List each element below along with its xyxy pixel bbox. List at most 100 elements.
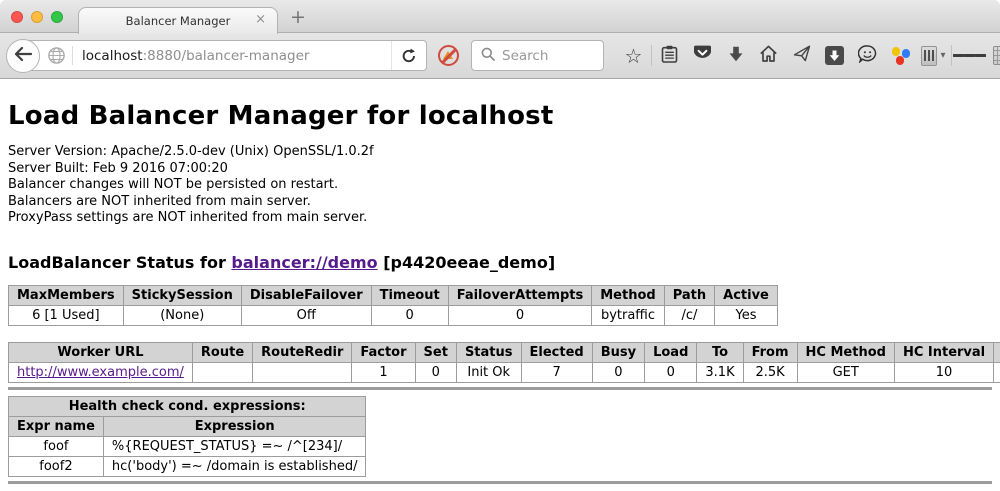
expression-cell: %{REQUEST_STATUS} =~ /^[234]/ (103, 436, 366, 456)
url-separator (72, 46, 73, 65)
health-row: foof2hc('body') =~ /domain is establishe… (9, 456, 366, 476)
home-icon (759, 45, 778, 66)
star-icon: ☆ (625, 46, 643, 66)
cell: 1 (352, 362, 415, 382)
col-header: Path (664, 285, 714, 305)
cell: (None) (123, 305, 241, 325)
health-title-row: Health check cond. expressions: (9, 396, 366, 416)
col-header: Status (456, 342, 521, 362)
divider (8, 387, 992, 390)
expr-name-cell: foof2 (9, 456, 104, 476)
video-download-button[interactable] (818, 40, 851, 72)
back-button[interactable] (6, 39, 40, 73)
cell: 2.5K (743, 362, 797, 382)
page-grid-icon (993, 46, 1000, 65)
close-window-button[interactable] (11, 11, 23, 23)
cell (253, 362, 352, 382)
cell: 6 [1 Used] (9, 305, 124, 325)
search-icon (481, 46, 495, 65)
titlebar: Balancer Manager × + (0, 0, 1000, 33)
col-header: Set (415, 342, 456, 362)
worker-url-link[interactable]: http://www.example.com/ (17, 365, 184, 380)
info-line: ProxyPass settings are NOT inherited fro… (8, 210, 992, 227)
cell: Yes (715, 305, 778, 325)
expr-name-cell: foof (9, 436, 104, 456)
info-line: Balancers are NOT inherited from main se… (8, 194, 992, 211)
info-line: Server Version: Apache/2.5.0-dev (Unix) … (8, 144, 992, 161)
nav-toolbar: localhost:8880/balancer-manager Search ☆ (0, 33, 1000, 79)
cell: 0 (415, 362, 456, 382)
url-bar[interactable]: localhost:8880/balancer-manager (23, 40, 427, 71)
snapshot-button[interactable] (986, 40, 1000, 72)
feedback-button[interactable] (851, 40, 884, 72)
pocket-button[interactable] (686, 40, 719, 72)
cell: 0 (371, 305, 448, 325)
worker-table: Worker URLRouteRouteRedirFactorSetStatus… (8, 342, 1000, 383)
bookmark-star-button[interactable]: ☆ (617, 40, 650, 72)
toolbar-icons: ☆ ▾ (617, 40, 1000, 72)
search-placeholder: Search (502, 48, 548, 64)
balancer-link[interactable]: balancer://demo (231, 253, 377, 272)
containers-button[interactable]: ▾ (917, 40, 950, 72)
download-arrow-icon (728, 46, 744, 66)
content-blocker-icon[interactable] (438, 45, 459, 66)
home-button[interactable] (752, 40, 785, 72)
balancer-row: 6 [1 Used](None)Off00bytraffic/c/Yes (9, 305, 778, 325)
search-bar[interactable]: Search (471, 40, 604, 71)
smiley-bubble-icon (858, 45, 877, 67)
col-header: Elected (521, 342, 592, 362)
reload-button[interactable] (391, 41, 426, 70)
reading-list-button[interactable] (653, 40, 686, 72)
expression-cell: hc('body') =~ /domain is established/ (103, 456, 366, 476)
col-header: MaxMembers (9, 285, 124, 305)
url-host: localhost (82, 48, 143, 64)
globe-icon (48, 47, 65, 64)
container-icon (921, 46, 937, 66)
col-header: Timeout (371, 285, 448, 305)
cell: Off (241, 305, 371, 325)
col-header: Busy (592, 342, 644, 362)
health-header-row: Expr nameExpression (9, 416, 366, 436)
health-row: foof%{REQUEST_STATUS} =~ /^[234]/ (9, 436, 366, 456)
cell: 0 (448, 305, 592, 325)
cell: 0 (592, 362, 644, 382)
url-text: localhost:8880/balancer-manager (82, 48, 391, 64)
window-controls (11, 11, 63, 23)
toolbar-separator (951, 45, 952, 66)
col-header: StickySession (123, 285, 241, 305)
col-header: Passes (994, 342, 1000, 362)
col-header: FailoverAttempts (448, 285, 592, 305)
cell: /c/ (664, 305, 714, 325)
downloads-button[interactable] (719, 40, 752, 72)
col-header: Expr name (9, 416, 104, 436)
col-header: DisableFailover (241, 285, 371, 305)
balancer-header-row: MaxMembersStickySessionDisableFailoverTi… (9, 285, 778, 305)
health-check-table: Health check cond. expressions:Expr name… (8, 396, 366, 477)
worker-row: http://www.example.com/10Init Ok7003.1K2… (9, 362, 1000, 382)
tab-balancer-manager[interactable]: Balancer Manager × (78, 7, 278, 34)
send-tab-button[interactable] (785, 40, 818, 72)
health-table-title: Health check cond. expressions: (9, 396, 366, 416)
worker-header-row: Worker URLRouteRouteRedirFactorSetStatus… (9, 342, 1000, 362)
col-header: Active (715, 285, 778, 305)
col-header: Method (592, 285, 664, 305)
tricolor-dots-icon (891, 46, 911, 65)
url-path: :8880/balancer-manager (143, 48, 310, 64)
minimize-window-button[interactable] (31, 11, 43, 23)
cell: bytraffic (592, 305, 664, 325)
info-line: Server Built: Feb 9 2016 07:00:20 (8, 161, 992, 178)
worker-url-cell: http://www.example.com/ (9, 362, 193, 382)
balancer-status-heading: LoadBalancer Status for balancer://demo … (8, 253, 992, 272)
info-line: Balancer changes will NOT be persisted o… (8, 177, 992, 194)
balancer-table: MaxMembersStickySessionDisableFailoverTi… (8, 285, 778, 326)
browser-window: Balancer Manager × + localhost:8880/bala… (0, 0, 1000, 491)
downloadhelper-button[interactable] (884, 40, 917, 72)
zoom-window-button[interactable] (51, 11, 63, 23)
heading-prefix: LoadBalancer Status for (8, 253, 231, 272)
close-tab-icon[interactable]: × (255, 13, 266, 26)
divider (8, 481, 992, 484)
menu-button[interactable] (953, 40, 986, 72)
new-tab-button[interactable]: + (290, 6, 306, 28)
toolbar-separator (651, 45, 652, 66)
col-header: From (743, 342, 797, 362)
